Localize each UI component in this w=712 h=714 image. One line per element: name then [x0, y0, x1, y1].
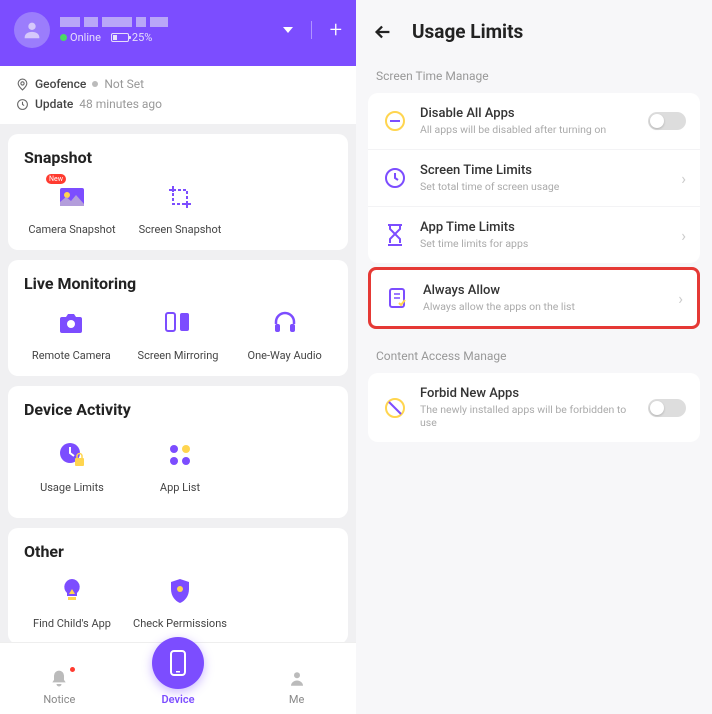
check-permissions[interactable]: Check Permissions [126, 571, 234, 630]
feature-label: Usage Limits [18, 481, 126, 494]
list-check-icon [386, 286, 410, 310]
new-badge: New [46, 174, 66, 184]
bell-icon [49, 669, 69, 689]
feature-label: App List [126, 481, 234, 494]
status-online: Online [60, 31, 101, 44]
row-title: Forbid New Apps [420, 386, 636, 401]
clock-icon [383, 166, 407, 190]
bottom-nav: Notice Device Me [0, 642, 356, 714]
add-icon[interactable]: + [330, 18, 342, 43]
app-list[interactable]: App List [126, 429, 234, 504]
one-way-audio[interactable]: One-Way Audio [231, 303, 338, 362]
pin-icon [16, 78, 29, 91]
section-label: Screen Time Manage [356, 63, 712, 93]
geofence-label: Geofence [35, 77, 86, 91]
nav-label: Notice [19, 693, 99, 706]
always-allow-card: Always Allow Always allow the apps on th… [368, 267, 700, 329]
feature-label: Camera Snapshot [18, 223, 126, 236]
forbid-icon [383, 396, 407, 420]
headphones-icon [272, 310, 298, 336]
notification-dot [70, 667, 75, 672]
apps-icon [167, 442, 193, 468]
section-label: Content Access Manage [356, 343, 712, 373]
avatar[interactable] [14, 12, 50, 48]
page-header: Usage Limits [356, 0, 712, 63]
screen-time-limits-row[interactable]: Screen Time Limits Set total time of scr… [368, 149, 700, 206]
geofence-value: Not Set [104, 77, 144, 91]
row-title: App Time Limits [420, 220, 669, 235]
row-sub: All apps will be disabled after turning … [420, 123, 636, 136]
row-title: Disable All Apps [420, 106, 636, 121]
section-title: Device Activity [18, 400, 338, 419]
section-title: Live Monitoring [18, 274, 338, 293]
section-activity: Device Activity Usage Limits App List [8, 386, 348, 518]
section-title: Other [18, 542, 338, 561]
nav-device[interactable]: Device [138, 649, 218, 706]
feature-label: Check Permissions [126, 617, 234, 630]
photo-icon [57, 184, 87, 210]
row-sub: Set time limits for apps [420, 237, 669, 250]
crop-icon [167, 184, 193, 210]
toggle-switch[interactable] [648, 399, 686, 417]
camera-icon [56, 311, 86, 335]
find-childs-app[interactable]: Find Child's App [18, 571, 126, 630]
feature-label: Find Child's App [18, 617, 126, 630]
clock-icon [16, 98, 29, 111]
camera-snapshot[interactable]: New Camera Snapshot [18, 177, 126, 236]
nav-notice[interactable]: Notice [19, 668, 99, 706]
section-live: Live Monitoring Remote Camera Screen Mir… [8, 260, 348, 376]
chevron-down-icon[interactable] [283, 27, 293, 33]
feature-label: Screen Snapshot [126, 223, 234, 236]
screen-mirroring[interactable]: Screen Mirroring [125, 303, 232, 362]
info-card: Geofence Not Set Update 48 minutes ago [0, 66, 356, 124]
row-title: Screen Time Limits [420, 163, 669, 178]
row-title: Always Allow [423, 283, 666, 298]
screen-time-card: Disable All Apps All apps will be disabl… [368, 93, 700, 263]
content-access-card: Forbid New Apps The newly installed apps… [368, 373, 700, 442]
feature-label: One-Way Audio [231, 349, 338, 362]
shield-icon [168, 577, 192, 605]
clock-lock-icon [57, 440, 87, 470]
row-sub: The newly installed apps will be forbidd… [420, 403, 636, 429]
phone-icon [168, 649, 188, 677]
section-other: Other Find Child's App Check Permissions [8, 528, 348, 644]
update-label: Update [35, 97, 73, 111]
page-title: Usage Limits [412, 20, 523, 43]
chevron-right-icon: › [681, 226, 686, 245]
feature-label: Remote Camera [18, 349, 125, 362]
battery-level: 25% [111, 31, 152, 44]
chevron-right-icon: › [678, 289, 683, 308]
mirror-icon [163, 311, 193, 335]
remote-camera[interactable]: Remote Camera [18, 303, 125, 362]
block-icon [383, 109, 407, 133]
profile-header: Online 25% + [0, 0, 356, 66]
update-row[interactable]: Update 48 minutes ago [16, 94, 340, 114]
bulb-icon [59, 577, 85, 605]
update-value: 48 minutes ago [79, 97, 162, 111]
divider [311, 21, 312, 39]
screen-snapshot[interactable]: Screen Snapshot [126, 177, 234, 236]
section-title: Snapshot [18, 148, 338, 167]
always-allow-row[interactable]: Always Allow Always allow the apps on th… [371, 270, 697, 326]
geofence-row[interactable]: Geofence Not Set [16, 74, 340, 94]
section-snapshot: Snapshot New Camera Snapshot Screen Snap… [8, 134, 348, 250]
row-sub: Set total time of screen usage [420, 180, 669, 193]
hourglass-icon [384, 223, 406, 247]
feature-label: Screen Mirroring [125, 349, 232, 362]
profile-name-redacted [60, 17, 168, 27]
chevron-right-icon: › [681, 169, 686, 188]
nav-label: Me [257, 693, 337, 706]
nav-label: Device [138, 693, 218, 706]
nav-me[interactable]: Me [257, 668, 337, 706]
app-time-limits-row[interactable]: App Time Limits Set time limits for apps… [368, 206, 700, 263]
disable-all-apps-row[interactable]: Disable All Apps All apps will be disabl… [368, 93, 700, 149]
usage-limits[interactable]: Usage Limits [18, 429, 126, 504]
back-icon[interactable] [372, 21, 394, 43]
person-icon [288, 669, 306, 689]
toggle-switch[interactable] [648, 112, 686, 130]
row-sub: Always allow the apps on the list [423, 300, 666, 313]
forbid-new-apps-row[interactable]: Forbid New Apps The newly installed apps… [368, 373, 700, 442]
